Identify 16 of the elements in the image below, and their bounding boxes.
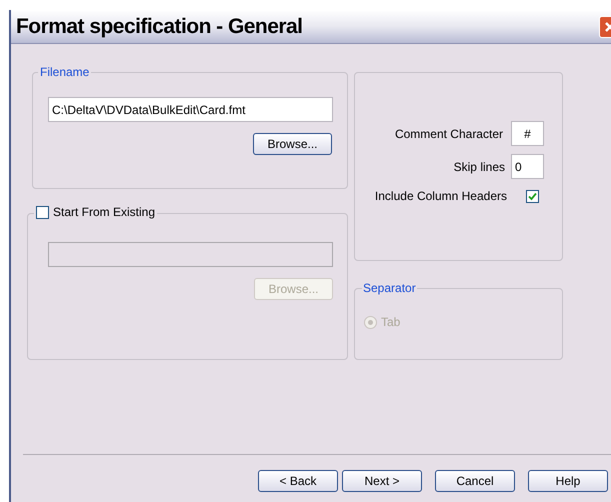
checkbox-label: Include Column Headers — [374, 188, 507, 205]
checkbox[interactable] — [526, 190, 539, 202]
dialog-button[interactable]: Browse... — [253, 133, 332, 155]
checkbox[interactable] — [36, 206, 49, 218]
window-title: Format specification - General — [16, 14, 302, 40]
field-label: Skip lines — [454, 158, 505, 176]
radio-label: Tab — [381, 314, 400, 331]
dialog-button[interactable]: Next > — [342, 470, 422, 492]
dialog-button[interactable]: Help — [528, 470, 608, 492]
skip-lines-field[interactable]: 0 — [511, 154, 544, 179]
comment-character-field[interactable]: # — [511, 121, 544, 146]
field-label: Comment Character — [394, 126, 503, 142]
dialog-button[interactable]: Cancel — [435, 470, 515, 492]
dialog-button[interactable]: < Back — [258, 470, 338, 492]
checkbox-label: Start From Existing — [53, 204, 156, 221]
filename-field[interactable]: C:\DeltaV\DVData\BulkEdit\Card.fmt — [48, 97, 333, 122]
